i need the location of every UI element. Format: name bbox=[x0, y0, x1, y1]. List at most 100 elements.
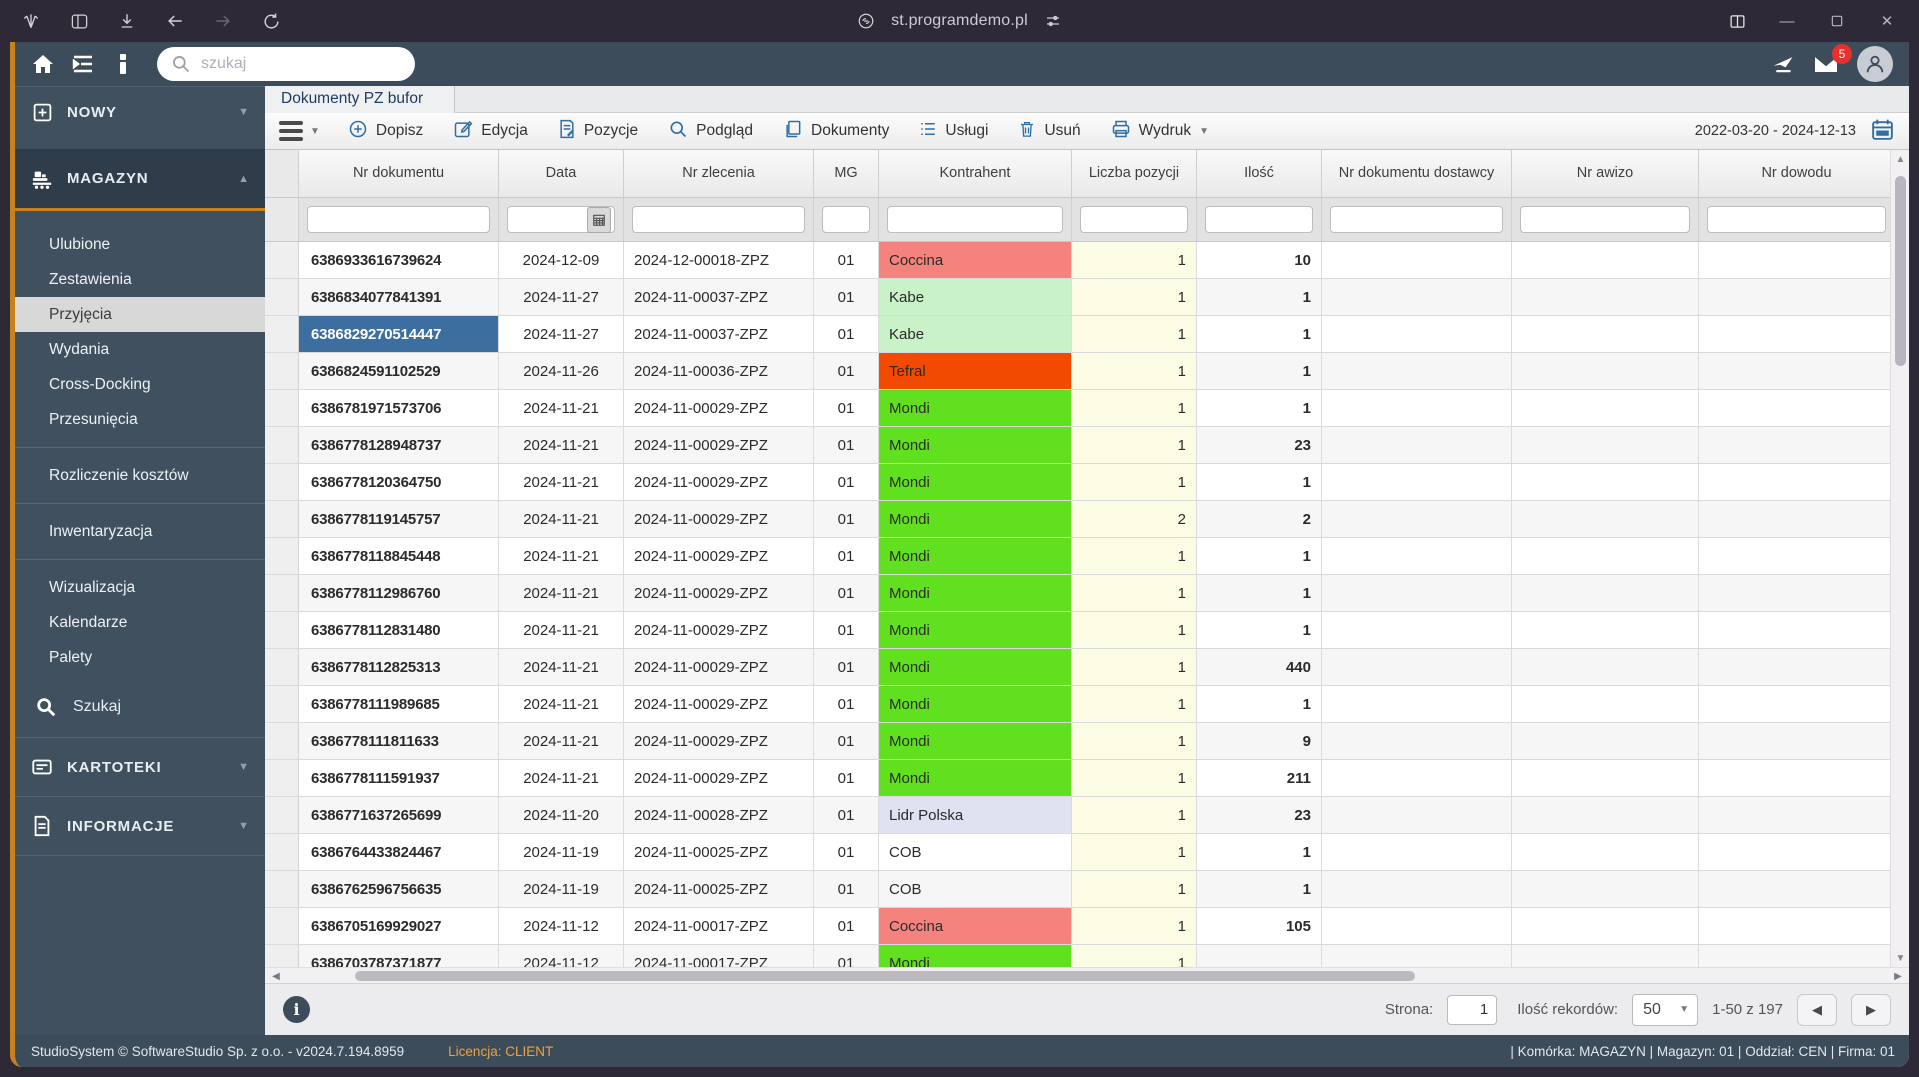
grid-header-liczba-pozycji[interactable]: Liczba pozycji bbox=[1072, 150, 1197, 197]
cell-kontrahent[interactable]: Kabe bbox=[879, 316, 1072, 352]
cell-nr-awizo[interactable] bbox=[1512, 649, 1699, 685]
grid-header-nr-dokumentu-dostawcy[interactable]: Nr dokumentu dostawcy bbox=[1322, 150, 1512, 197]
cell-data[interactable]: 2024-11-26 bbox=[499, 353, 624, 389]
info-button[interactable]: i bbox=[283, 996, 310, 1023]
cell-nr-dokumentu-dostawcy[interactable] bbox=[1322, 945, 1512, 967]
cell-mg[interactable]: 01 bbox=[814, 760, 879, 796]
cell-nr-dokumentu[interactable]: 6386778112986760 bbox=[299, 575, 499, 611]
cell-kontrahent[interactable]: COB bbox=[879, 834, 1072, 870]
cell-nr-zlecenia[interactable]: 2024-11-00029-ZPZ bbox=[624, 686, 814, 722]
cell-liczba-pozycji[interactable]: 1 bbox=[1072, 612, 1197, 648]
cell-data[interactable]: 2024-11-19 bbox=[499, 834, 624, 870]
grid-header-mg[interactable]: MG bbox=[814, 150, 879, 197]
url-text[interactable]: st.programdemo.pl bbox=[891, 12, 1028, 30]
sidebar-item-inwentaryzacja[interactable]: Inwentaryzacja bbox=[15, 514, 265, 549]
cell-liczba-pozycji[interactable]: 1 bbox=[1072, 427, 1197, 463]
cell-kontrahent[interactable]: Mondi bbox=[879, 390, 1072, 426]
cell-ilosc[interactable] bbox=[1197, 945, 1322, 967]
cell-nr-dowodu[interactable] bbox=[1699, 612, 1895, 648]
table-row[interactable]: 6386771637265699 2024-11-20 2024-11-00028-… bbox=[265, 797, 1909, 834]
cell-nr-dowodu[interactable] bbox=[1699, 464, 1895, 500]
cell-nr-dokumentu-dostawcy[interactable] bbox=[1322, 612, 1512, 648]
cell-liczba-pozycji[interactable]: 1 bbox=[1072, 908, 1197, 944]
cell-nr-dokumentu[interactable]: 6386762596756635 bbox=[299, 871, 499, 907]
cell-liczba-pozycji[interactable]: 1 bbox=[1072, 686, 1197, 722]
cell-mg[interactable]: 01 bbox=[814, 390, 879, 426]
cell-data[interactable]: 2024-12-09 bbox=[499, 242, 624, 278]
cell-nr-dowodu[interactable] bbox=[1699, 871, 1895, 907]
cell-nr-dokumentu[interactable]: 6386781971573706 bbox=[299, 390, 499, 426]
cell-nr-awizo[interactable] bbox=[1512, 834, 1699, 870]
cell-ilosc[interactable]: 1 bbox=[1197, 316, 1322, 352]
cell-data[interactable]: 2024-11-20 bbox=[499, 797, 624, 833]
cell-data[interactable]: 2024-11-27 bbox=[499, 316, 624, 352]
filter-input-ilość[interactable] bbox=[1205, 206, 1313, 233]
cell-kontrahent[interactable]: Coccina bbox=[879, 908, 1072, 944]
cell-nr-dowodu[interactable] bbox=[1699, 649, 1895, 685]
sidebar-section-magazyn[interactable]: MAGAZYN ▲ bbox=[15, 149, 265, 211]
cell-ilosc[interactable]: 1 bbox=[1197, 279, 1322, 315]
cell-liczba-pozycji[interactable]: 1 bbox=[1072, 316, 1197, 352]
cell-nr-dowodu[interactable] bbox=[1699, 723, 1895, 759]
cell-kontrahent[interactable]: Mondi bbox=[879, 945, 1072, 967]
cell-ilosc[interactable]: 1 bbox=[1197, 612, 1322, 648]
cell-mg[interactable]: 01 bbox=[814, 464, 879, 500]
scroll-down-icon[interactable]: ▼ bbox=[1891, 949, 1909, 967]
cell-data[interactable]: 2024-11-21 bbox=[499, 501, 624, 537]
cell-mg[interactable]: 01 bbox=[814, 316, 879, 352]
browser-logo-icon[interactable] bbox=[20, 10, 42, 32]
filter-input-nr-dowodu[interactable] bbox=[1707, 206, 1886, 233]
cell-nr-dokumentu[interactable]: 6386771637265699 bbox=[299, 797, 499, 833]
cell-ilosc[interactable]: 10 bbox=[1197, 242, 1322, 278]
cell-liczba-pozycji[interactable]: 1 bbox=[1072, 649, 1197, 685]
cell-nr-zlecenia[interactable]: 2024-11-00029-ZPZ bbox=[624, 464, 814, 500]
cell-liczba-pozycji[interactable]: 1 bbox=[1072, 242, 1197, 278]
scroll-right-icon[interactable]: ▶ bbox=[1889, 968, 1907, 984]
cell-nr-dokumentu-dostawcy[interactable] bbox=[1322, 353, 1512, 389]
cell-nr-awizo[interactable] bbox=[1512, 797, 1699, 833]
toolbar-button-pozycje[interactable]: Pozycje bbox=[558, 119, 638, 144]
cell-nr-zlecenia[interactable]: 2024-11-00029-ZPZ bbox=[624, 390, 814, 426]
filter-input-kontrahent[interactable] bbox=[887, 206, 1063, 233]
toolbar-button-podgl-d[interactable]: Podgląd bbox=[668, 119, 753, 144]
cell-kontrahent[interactable]: Mondi bbox=[879, 649, 1072, 685]
cell-data[interactable]: 2024-11-21 bbox=[499, 464, 624, 500]
cell-nr-awizo[interactable] bbox=[1512, 686, 1699, 722]
tune-icon[interactable] bbox=[1042, 10, 1064, 32]
cell-nr-dokumentu-dostawcy[interactable] bbox=[1322, 538, 1512, 574]
sidebar-item-przesuni-cia[interactable]: Przesunięcia bbox=[15, 402, 265, 437]
cell-mg[interactable]: 01 bbox=[814, 612, 879, 648]
cell-mg[interactable]: 01 bbox=[814, 945, 879, 967]
scroll-up-icon[interactable]: ▲ bbox=[1891, 150, 1909, 168]
cell-mg[interactable]: 01 bbox=[814, 834, 879, 870]
cell-ilosc[interactable]: 1 bbox=[1197, 538, 1322, 574]
minimize-button[interactable]: — bbox=[1777, 11, 1797, 31]
cell-nr-awizo[interactable] bbox=[1512, 464, 1699, 500]
cell-mg[interactable]: 01 bbox=[814, 353, 879, 389]
cell-liczba-pozycji[interactable]: 1 bbox=[1072, 538, 1197, 574]
cell-nr-awizo[interactable] bbox=[1512, 760, 1699, 796]
sidebar-section-nowy[interactable]: NOWY ▼ bbox=[15, 87, 265, 137]
table-row[interactable]: 6386778118845448 2024-11-21 2024-11-00029-… bbox=[265, 538, 1909, 575]
cell-nr-dokumentu-dostawcy[interactable] bbox=[1322, 834, 1512, 870]
cell-mg[interactable]: 01 bbox=[814, 538, 879, 574]
table-row[interactable]: 6386778112831480 2024-11-21 2024-11-00029-… bbox=[265, 612, 1909, 649]
cell-kontrahent[interactable]: Kabe bbox=[879, 279, 1072, 315]
home-icon[interactable] bbox=[31, 52, 55, 76]
cell-kontrahent[interactable]: Mondi bbox=[879, 464, 1072, 500]
cell-nr-zlecenia[interactable]: 2024-11-00037-ZPZ bbox=[624, 316, 814, 352]
next-page-button[interactable]: ▶ bbox=[1851, 993, 1891, 1026]
cell-nr-awizo[interactable] bbox=[1512, 871, 1699, 907]
filter-input-nr-zlecenia[interactable] bbox=[632, 206, 805, 233]
cell-liczba-pozycji[interactable]: 1 bbox=[1072, 723, 1197, 759]
cell-data[interactable]: 2024-11-21 bbox=[499, 575, 624, 611]
page-size-select[interactable]: 50 ▼ bbox=[1632, 993, 1699, 1026]
cell-ilosc[interactable]: 1 bbox=[1197, 353, 1322, 389]
cell-ilosc[interactable]: 1 bbox=[1197, 686, 1322, 722]
cell-nr-awizo[interactable] bbox=[1512, 390, 1699, 426]
cell-ilosc[interactable]: 9 bbox=[1197, 723, 1322, 759]
send-icon[interactable] bbox=[1771, 52, 1795, 76]
table-row[interactable]: 6386778112986760 2024-11-21 2024-11-00029-… bbox=[265, 575, 1909, 612]
cell-nr-zlecenia[interactable]: 2024-11-00029-ZPZ bbox=[624, 427, 814, 463]
maximize-button[interactable] bbox=[1827, 11, 1847, 31]
